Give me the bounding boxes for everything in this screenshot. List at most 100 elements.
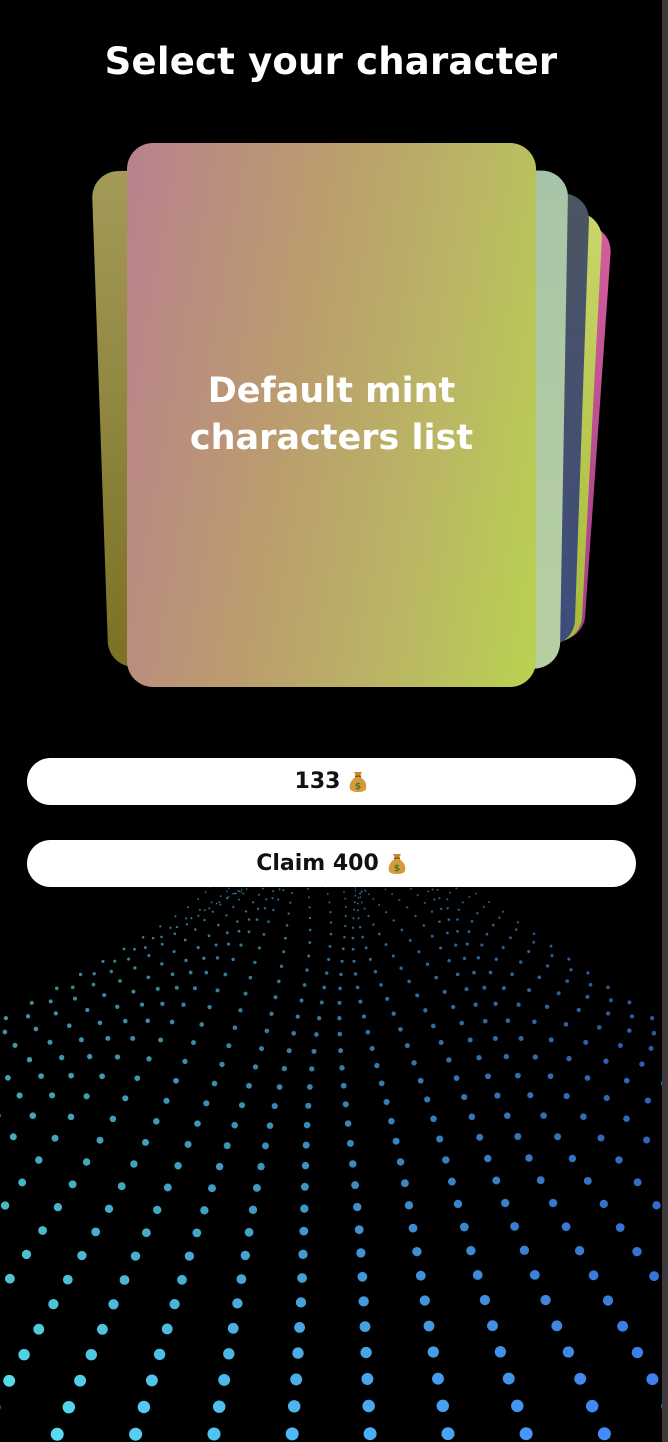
particle-dot [482,1018,488,1024]
particle-dot [307,1084,313,1090]
character-card-stack[interactable]: Default mint characters list [0,0,662,720]
particle-dot [244,1227,254,1237]
particle-dot [357,917,360,920]
particle-dot [453,1075,460,1081]
particle-dot [92,972,96,976]
particle-dot [198,908,201,911]
particle-dot [207,934,211,938]
particle-dot [9,1133,17,1141]
particle-dot [305,1102,312,1109]
particle-dot [398,899,401,902]
particle-dot [417,1077,424,1084]
particle-dot [532,932,536,936]
particle-dot [643,1136,651,1144]
particle-dot [391,893,394,896]
particle-dot [197,914,200,917]
particle-dot [470,920,474,923]
particle-dot [388,1117,395,1125]
particle-dot [360,901,363,904]
particle-dot [291,891,294,895]
particle-dot [244,910,248,913]
particle-dot [211,1080,218,1087]
particle-dot [196,946,200,950]
particle-dot [12,1042,18,1048]
particle-dot [456,918,459,921]
particle-dot [279,964,284,968]
particle-dot [568,1154,577,1163]
particle-dot [67,1113,75,1121]
particle-dot [212,1400,226,1413]
particle-dot [427,1346,439,1358]
particle-dot [627,1000,632,1005]
particle-dot [400,928,404,932]
particle-dot [358,1296,369,1307]
particle-dot [276,979,281,984]
particle-dot [644,1097,651,1104]
particle-dot [215,988,220,993]
particle-dot [302,983,307,987]
particle-dot [329,911,332,914]
particle-dot [137,1400,151,1414]
particle-dot [359,892,362,895]
particle-dot [378,903,381,906]
particle-dot [202,956,206,960]
particle-dot [284,936,287,940]
particle-dot [200,1206,209,1215]
particle-dot [585,994,590,999]
particle-dot [384,888,387,891]
character-card-front[interactable]: Default mint characters list [127,143,536,687]
particle-dot [59,1054,65,1061]
particle-dot [139,1002,145,1007]
particle-dot [344,897,347,900]
particle-dot [537,975,542,980]
particle-dot [343,890,345,893]
particle-dot [462,956,467,961]
particle-dot [548,1198,558,1208]
particle-dot [54,986,59,991]
particle-dot [378,932,381,936]
particle-dot [364,946,368,950]
particle-dot [367,915,370,918]
particle-dot [192,1228,202,1238]
particle-dot [235,892,237,895]
particle-dot [360,891,363,893]
claim-button[interactable]: Claim 400 $ [27,840,636,887]
particle-dot [297,1273,307,1283]
particle-dot [374,1062,380,1069]
character-select-screen: Select your character Default mint chara… [0,0,668,1442]
particle-dot [248,1205,258,1214]
particle-dot [301,1161,310,1170]
particle-dot [461,901,464,904]
particle-dot [273,995,278,1000]
particle-dot [299,998,304,1003]
particle-dot [446,898,449,901]
particle-dot [351,947,355,951]
scrollbar[interactable] [662,0,668,1442]
particle-dot [351,1181,360,1190]
particle-dot [287,1400,301,1413]
particle-dot [190,917,193,920]
particle-dot [361,935,365,939]
particle-dot [53,1203,63,1212]
particle-dot [237,929,241,933]
particle-dot [5,1075,11,1081]
particle-dot [184,958,188,963]
particle-dot [308,916,312,920]
particle-dot [569,968,573,972]
particle-dot [218,1373,231,1386]
particle-dot [48,999,53,1004]
particle-dot [379,983,383,987]
particle-dot [342,1101,349,1108]
particle-dot [160,935,163,939]
particle-dot [26,1057,33,1063]
particle-dot [396,1158,405,1166]
particle-dot [615,1223,625,1232]
particle-dot [544,1004,550,1009]
particle-dot [219,903,222,906]
particle-dot [361,1373,374,1385]
particle-dot [219,1061,225,1068]
particle-dot [215,956,220,960]
particle-dot [131,989,136,994]
particle-dot [561,1222,571,1231]
particle-dot [448,891,452,894]
